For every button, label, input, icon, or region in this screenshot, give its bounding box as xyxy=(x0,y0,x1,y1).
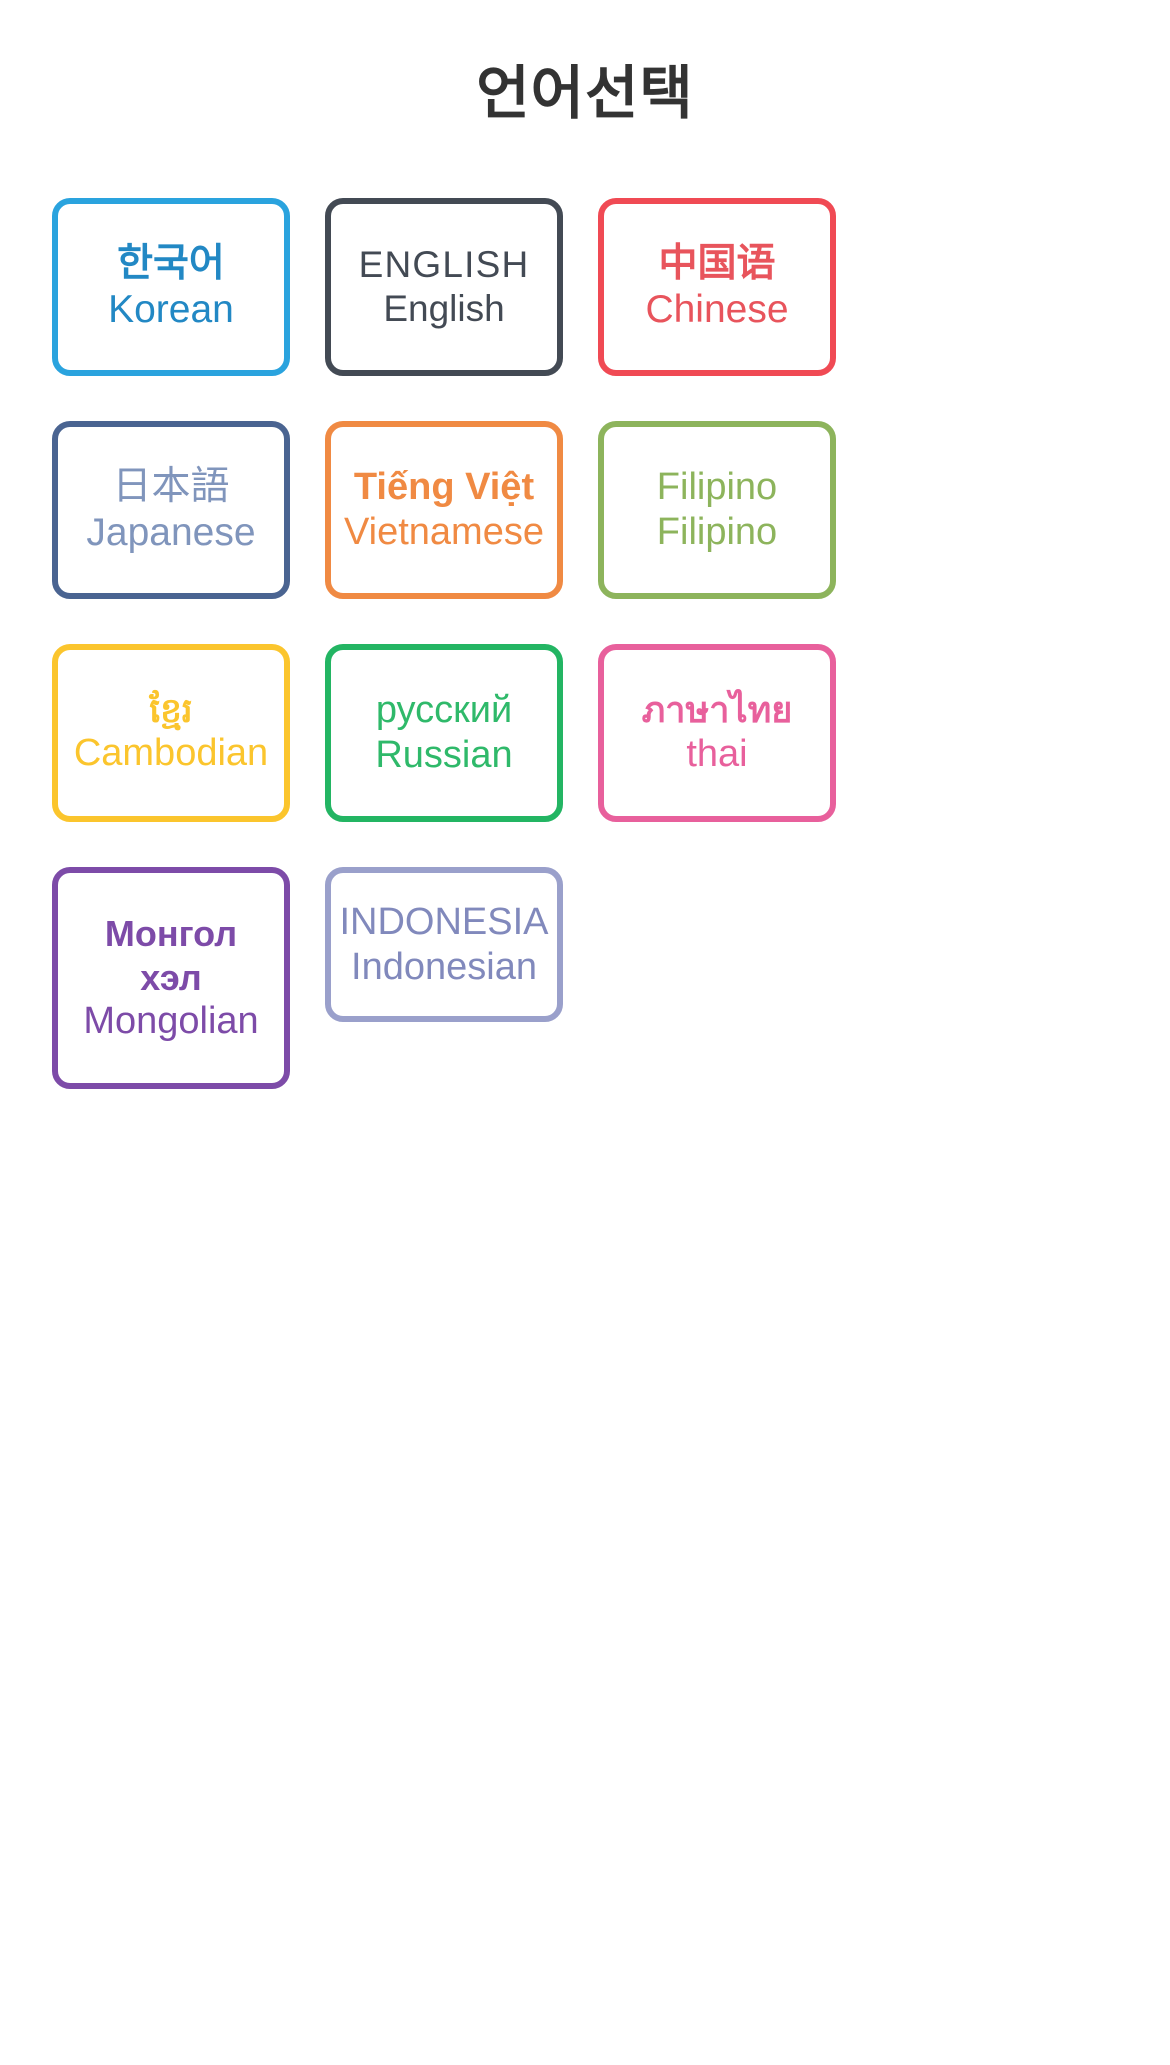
language-card-chinese[interactable]: 中国语 Chinese xyxy=(598,198,836,376)
language-english-name: Vietnamese xyxy=(344,511,544,553)
language-grid: 한국어 Korean ENGLISH English 中国语 Chinese 日… xyxy=(52,198,1118,1089)
language-card-indonesian[interactable]: INDONESIA Indonesian xyxy=(325,867,563,1022)
page-title: 언어선택 xyxy=(476,61,694,126)
language-card-korean[interactable]: 한국어 Korean xyxy=(52,198,290,376)
language-native-name: ខ្មែរ xyxy=(149,691,193,730)
language-card-english[interactable]: ENGLISH English xyxy=(325,198,563,376)
language-native-name: INDONESIA xyxy=(339,900,549,943)
language-native-name: ENGLISH xyxy=(358,244,530,286)
language-native-name: 한국어 xyxy=(117,241,225,285)
language-card-filipino[interactable]: Filipino Filipino xyxy=(598,421,836,599)
language-card-russian[interactable]: русский Russian xyxy=(325,644,563,822)
language-english-name: Japanese xyxy=(86,511,256,554)
language-select-screen: 언어선택 한국어 Korean ENGLISH English 中国语 Chin… xyxy=(0,0,1170,2065)
language-card-vietnamese[interactable]: Tiếng Việt Vietnamese xyxy=(325,421,563,599)
language-native-name: Монгол хэл xyxy=(104,912,238,998)
language-english-name: Russian xyxy=(375,734,513,776)
language-card-cambodian[interactable]: ខ្មែរ Cambodian xyxy=(52,644,290,822)
language-native-name: русский xyxy=(375,689,513,732)
language-english-name: Mongolian xyxy=(83,1000,259,1043)
language-native-name: 日本語 xyxy=(112,464,230,508)
language-card-mongolian[interactable]: Монгол хэл Mongolian xyxy=(52,867,290,1089)
language-english-name: English xyxy=(383,288,505,329)
language-card-japanese[interactable]: 日本語 Japanese xyxy=(52,421,290,599)
language-native-name: ภาษาไทย xyxy=(641,689,793,731)
language-card-thai[interactable]: ภาษาไทย thai xyxy=(598,644,836,822)
language-native-name: 中国语 xyxy=(658,241,776,285)
language-english-name: thai xyxy=(686,732,748,775)
language-english-name: Cambodian xyxy=(73,731,269,774)
language-english-name: Korean xyxy=(108,288,234,331)
language-english-name: Indonesian xyxy=(351,945,537,988)
language-native-name: Filipino xyxy=(656,466,778,509)
language-english-name: Filipino xyxy=(656,511,778,553)
language-native-name: Tiếng Việt xyxy=(353,466,535,509)
language-english-name: Chinese xyxy=(645,288,789,331)
